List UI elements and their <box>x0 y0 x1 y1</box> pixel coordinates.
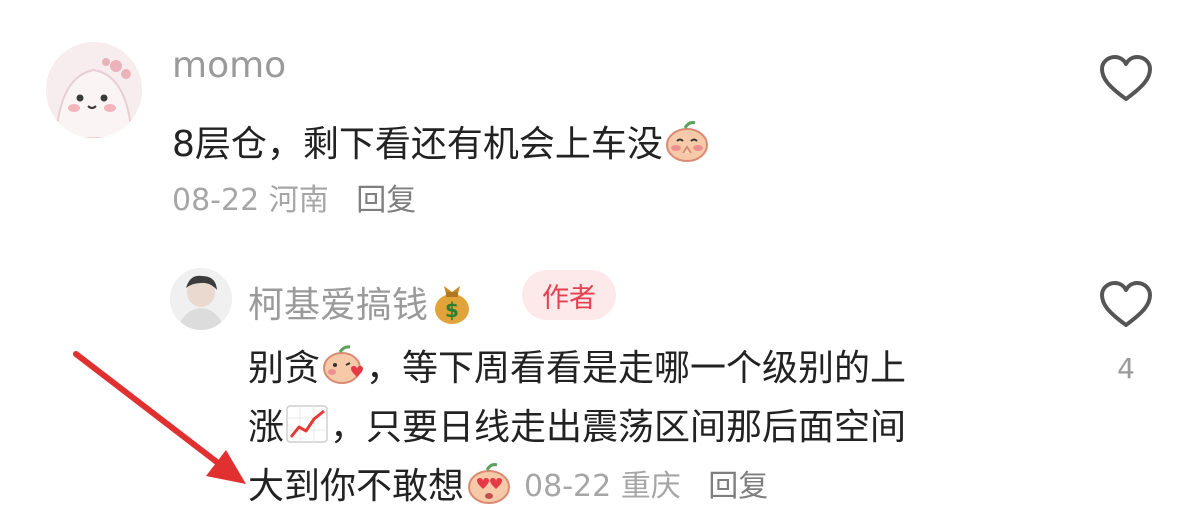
annotation-arrow <box>73 351 246 484</box>
